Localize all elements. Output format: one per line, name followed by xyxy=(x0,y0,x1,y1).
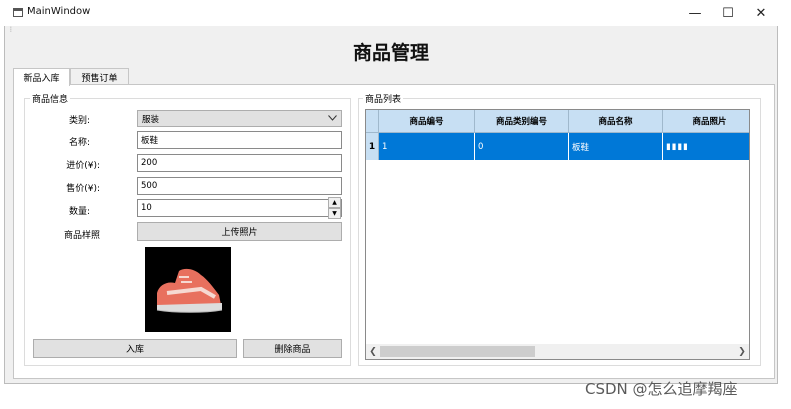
table-cell[interactable]: ▮▮▮▮ xyxy=(663,133,749,160)
minimize-button[interactable]: — xyxy=(680,2,710,24)
app-window-icon xyxy=(13,8,23,17)
category-select[interactable]: 服装 xyxy=(137,110,342,127)
title-bar[interactable] xyxy=(4,0,778,26)
product-info-title: 商品信息 xyxy=(30,92,71,105)
add-stock-button[interactable]: 入库 xyxy=(33,339,237,358)
quantity-stepper[interactable]: 10 ▲ ▼ xyxy=(137,197,342,219)
row-header[interactable]: 1 xyxy=(366,133,379,160)
cost-label: 进价(¥): xyxy=(66,161,100,171)
page-title: 商品管理 xyxy=(352,42,429,64)
name-label: 名称: xyxy=(68,138,90,148)
table-cell[interactable]: 0 xyxy=(475,133,569,160)
watermark: CSDN @怎么追摩羯座 xyxy=(585,380,738,398)
chevron-down-icon xyxy=(328,114,341,124)
product-photo-preview xyxy=(145,247,231,332)
tab-presale-orders[interactable]: 预售订单 xyxy=(70,68,129,85)
column-header[interactable]: 商品编号 xyxy=(379,110,475,133)
chevron-left-icon[interactable]: ❮ xyxy=(366,344,380,359)
scrollbar-thumb[interactable] xyxy=(380,346,535,357)
price-label: 售价(¥): xyxy=(66,184,100,194)
window-title: MainWindow xyxy=(27,6,91,17)
table-cell[interactable]: 板鞋 xyxy=(569,133,663,160)
quantity-label: 数量: xyxy=(68,207,90,217)
product-table[interactable]: 商品编号 商品类别编号 商品名称 商品照片 1 1 0 板鞋 ▮▮▮▮ ❮ ❯ xyxy=(365,109,750,360)
category-value: 服装 xyxy=(142,114,160,125)
stepper-down-icon[interactable]: ▼ xyxy=(328,208,341,219)
upload-photo-button[interactable]: 上传照片 xyxy=(137,222,342,241)
category-label: 类别: xyxy=(68,116,90,126)
maximize-button[interactable]: ☐ xyxy=(713,2,743,24)
price-field[interactable]: 500 xyxy=(137,177,342,195)
sneaker-icon xyxy=(156,268,223,313)
chevron-right-icon[interactable]: ❯ xyxy=(735,344,749,359)
quantity-value: 10 xyxy=(141,203,152,213)
toolbar-grip-icon[interactable]: ⋮ xyxy=(8,27,14,33)
table-cell[interactable]: 1 xyxy=(379,133,475,160)
cost-field[interactable]: 200 xyxy=(137,154,342,172)
toolbar-strip xyxy=(5,26,777,34)
stepper-up-icon[interactable]: ▲ xyxy=(328,197,341,208)
product-list-title: 商品列表 xyxy=(363,92,404,105)
table-corner[interactable] xyxy=(366,110,379,133)
photo-label: 商品样照 xyxy=(63,231,100,241)
tab-new-stock[interactable]: 新品入库 xyxy=(13,68,70,86)
column-header[interactable]: 商品类别编号 xyxy=(475,110,569,133)
horizontal-scrollbar[interactable]: ❮ ❯ xyxy=(366,344,749,359)
delete-product-button[interactable]: 删除商品 xyxy=(243,339,342,358)
name-field[interactable]: 板鞋 xyxy=(137,131,342,149)
close-button[interactable]: ✕ xyxy=(746,2,776,24)
column-header[interactable]: 商品照片 xyxy=(663,110,749,133)
column-header[interactable]: 商品名称 xyxy=(569,110,663,133)
